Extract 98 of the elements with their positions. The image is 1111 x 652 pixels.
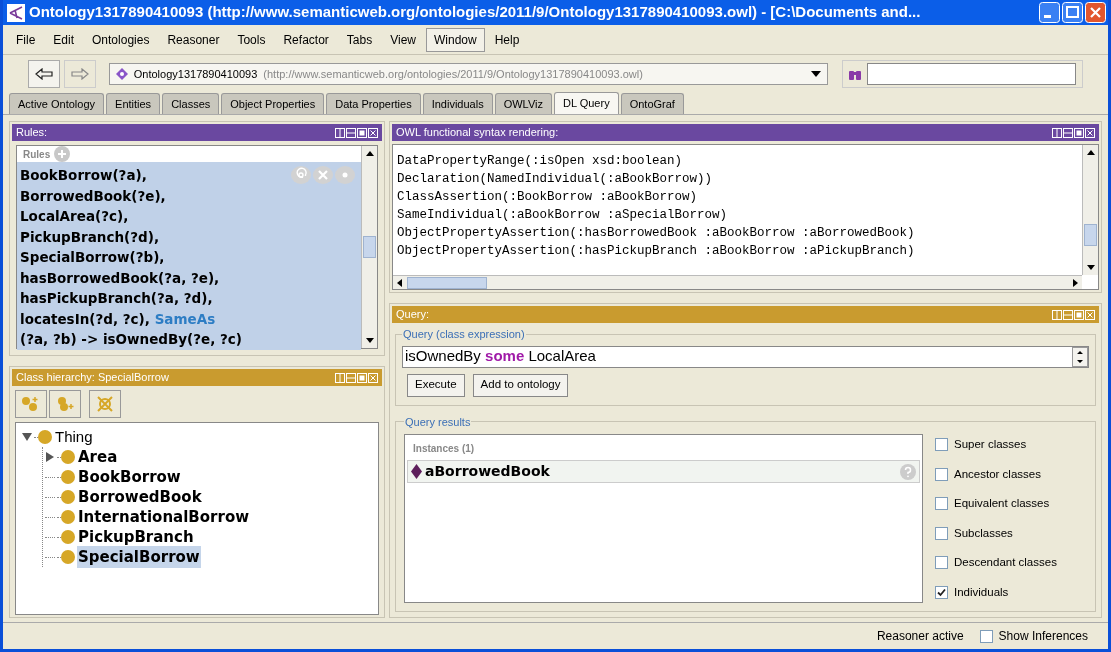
checkbox[interactable]: [935, 585, 948, 599]
owl-line: Declaration(NamedIndividual(:aBookBorrow)): [397, 171, 713, 188]
add-sibling-icon: [55, 396, 75, 412]
maximize-icon[interactable]: [1074, 127, 1084, 138]
annotation-icon[interactable]: [291, 166, 311, 184]
tab[interactable]: OWLViz: [494, 93, 552, 114]
tab[interactable]: Individuals: [422, 93, 493, 114]
panel-title: Query:: [396, 307, 429, 323]
split-horizontal-icon[interactable]: [1063, 127, 1073, 138]
checkbox[interactable]: [935, 526, 948, 540]
expanded-triangle-icon[interactable]: [22, 433, 32, 441]
status-text: Reasoner active: [876, 628, 964, 645]
dropdown-caret-icon[interactable]: [811, 71, 821, 77]
scrollbar[interactable]: [361, 146, 377, 348]
checkbox[interactable]: [935, 438, 948, 452]
split-icon[interactable]: [335, 127, 345, 138]
checkbox[interactable]: [935, 467, 948, 481]
add-subclass-icon: [21, 396, 41, 412]
result-row[interactable]: aBorrowedBook: [407, 460, 920, 483]
ontology-iri: (http://www.semanticweb.org/ontologies/2011/9/Ontology1317890410093.owl): [263, 66, 644, 82]
split-icon[interactable]: [1052, 127, 1062, 138]
menu-item[interactable]: Help: [486, 27, 528, 52]
tab[interactable]: Entities: [106, 93, 161, 114]
option-label: Ancestor classes: [954, 466, 1041, 482]
list-header: Instances (1): [412, 442, 476, 456]
option-label: Individuals: [954, 584, 1009, 600]
rule-text: BookBorrow(?a), BorrowedBook(?e), LocalArea(?c), PickupBranch(?d), SpecialBorrow(?b), hasBorrowedBook(?a, ?e), hasPickupBranch(?a, ?d), locatesIn(?d, ?c), SameAs (?a, ?b) -> isOwnedBy(?e, ?c): [20, 166, 243, 349]
right-arrow-icon: [70, 68, 89, 80]
left-arrow-icon: [34, 68, 53, 80]
panel-title: Class hierarchy: SpecialBorrow: [16, 370, 169, 386]
option-label: Show Inferences: [998, 628, 1088, 645]
query-button[interactable]: Add to ontology: [472, 373, 569, 397]
tab[interactable]: Object Properties: [221, 93, 325, 114]
tab[interactable]: DL Query: [554, 92, 619, 114]
tab[interactable]: Classes: [162, 93, 220, 114]
option-label: Descendant classes: [954, 555, 1057, 571]
menu-item[interactable]: Ontologies: [84, 27, 158, 52]
minimize-icon[interactable]: [1039, 2, 1060, 23]
option-label: Subclasses: [954, 525, 1013, 541]
search-field[interactable]: [867, 63, 1076, 85]
window-title: Ontology1317890410093 (http://www.semanticweb.org/ontologies/2011/9/Ontology1317890410093.owl) - [C:\Documents and...: [29, 2, 922, 23]
maximize-icon[interactable]: [357, 127, 367, 138]
split-horizontal-icon[interactable]: [346, 127, 356, 138]
delete-class-button[interactable]: [89, 390, 121, 418]
query-field[interactable]: isOwnedBy some LocalArea: [402, 345, 1089, 368]
menu-item[interactable]: Window: [425, 27, 485, 52]
app-logo-icon: [7, 3, 25, 22]
menu-item[interactable]: Tabs: [338, 27, 381, 52]
owl-line: ClassAssertion(:BookBorrow :aBookBorrow): [397, 189, 698, 206]
option-label: Super classes: [954, 437, 1027, 452]
checkbox[interactable]: [935, 497, 948, 511]
panel-title: OWL functional syntax rendering:: [396, 125, 559, 141]
owl-line: ObjectPropertyAssertion(:hasPickupBranch :aBookBorrow :aPickupBranch): [397, 243, 915, 260]
close-icon[interactable]: [1085, 2, 1106, 23]
tab[interactable]: Active Ontology: [9, 93, 105, 114]
close-icon[interactable]: [1085, 127, 1095, 138]
menu-item[interactable]: View: [382, 27, 424, 52]
spinner-icon[interactable]: [1072, 346, 1088, 367]
individual-name: aBorrowedBook: [425, 462, 551, 481]
rule-row[interactable]: BookBorrow(?a), BorrowedBook(?e), LocalArea(?c), PickupBranch(?d), SpecialBorrow(?b), hasBorrowedBook(?a, ?e), hasPickupBranch(?a, ?d), locatesIn(?d, ?c), SameAs (?a, ?b) -> isOwnedBy(?e, ?c): [17, 162, 361, 350]
ontology-selector[interactable]: Ontology1317890410093 (http://www.semanticweb.org/ontologies/2011/9/Ontology1317890410093.owl): [108, 63, 828, 85]
panel-title: Rules:: [16, 125, 48, 141]
collapsed-triangle-icon[interactable]: [46, 452, 54, 462]
back-button[interactable]: [28, 60, 60, 88]
group-legend: Query results: [404, 413, 472, 430]
menu-item[interactable]: Reasoner: [159, 27, 228, 52]
menu-item[interactable]: File: [8, 27, 44, 52]
group-legend: Query (class expression): [402, 326, 526, 343]
class-tree-item[interactable]: SpecialBorrow: [77, 545, 201, 569]
add-subclass-button[interactable]: [15, 390, 47, 418]
tab[interactable]: OntoGraf: [620, 93, 684, 114]
scroll-thumb[interactable]: [1084, 224, 1097, 246]
query-button[interactable]: Execute: [407, 373, 465, 397]
maximize-icon[interactable]: [1062, 2, 1083, 23]
menu-item[interactable]: Refactor: [275, 27, 337, 52]
edit-icon[interactable]: [335, 166, 355, 184]
scrollbar[interactable]: [1082, 145, 1098, 275]
owl-line: DataPropertyRange(:isOpen xsd:boolean): [397, 153, 683, 170]
ontology-diamond-icon: [115, 68, 128, 80]
option-label: Equivalent classes: [954, 496, 1050, 512]
checkbox[interactable]: [979, 629, 993, 643]
menu-item[interactable]: Tools: [229, 27, 274, 52]
checkbox[interactable]: [935, 556, 948, 570]
menu-item[interactable]: Edit: [45, 27, 83, 52]
add-sibling-button[interactable]: [49, 390, 81, 418]
close-icon[interactable]: [368, 127, 378, 138]
delete-icon[interactable]: [313, 166, 333, 184]
owl-line: SameIndividual(:aBookBorrow :aSpecialBorrow): [397, 207, 728, 224]
scroll-thumb[interactable]: [363, 236, 376, 258]
delete-class-icon: [96, 395, 114, 413]
list-header: Rules: [23, 147, 51, 162]
add-icon[interactable]: [54, 146, 71, 162]
tab[interactable]: Data Properties: [326, 93, 421, 114]
ontology-name: Ontology1317890410093: [133, 66, 258, 82]
help-icon[interactable]: [900, 463, 916, 480]
diamond-icon: [411, 464, 422, 479]
owl-line: ObjectPropertyAssertion(:hasBorrowedBook :aBookBorrow :aBorrowedBook): [397, 225, 915, 242]
horizontal-scrollbar[interactable]: [393, 275, 1082, 289]
